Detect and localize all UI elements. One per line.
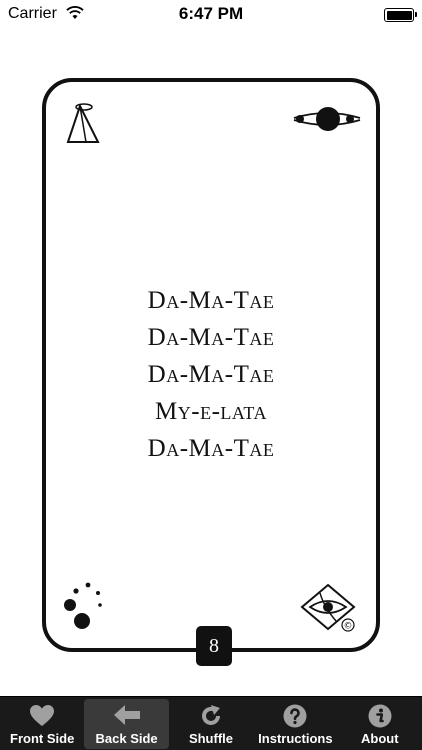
heart-icon bbox=[0, 704, 84, 728]
tab-instructions[interactable]: Instructions bbox=[253, 697, 337, 750]
tab-label: Back Side bbox=[95, 731, 158, 746]
tab-front-side[interactable]: Front Side bbox=[0, 697, 84, 750]
mantra-line: My-e-lata bbox=[155, 398, 267, 425]
card-area[interactable]: Da-Ma-Tae Da-Ma-Tae Da-Ma-Tae My-e-lata … bbox=[0, 30, 422, 696]
tab-back-side[interactable]: Back Side bbox=[84, 699, 169, 749]
mantra-line: Da-Ma-Tae bbox=[147, 435, 275, 462]
tab-about[interactable]: About bbox=[338, 697, 422, 750]
tarot-card[interactable]: Da-Ma-Tae Da-Ma-Tae Da-Ma-Tae My-e-lata … bbox=[42, 78, 380, 666]
eye-diamond-icon: © bbox=[300, 583, 362, 638]
mantra-line: Da-Ma-Tae bbox=[147, 287, 275, 314]
info-icon bbox=[338, 704, 422, 728]
tab-shuffle[interactable]: Shuffle bbox=[169, 697, 253, 750]
battery-full-icon bbox=[384, 8, 417, 22]
dots-cluster-icon bbox=[60, 579, 106, 634]
status-time: 6:47 PM bbox=[178, 4, 244, 23]
pyramid-halo-icon bbox=[62, 100, 106, 153]
arrow-left-icon bbox=[84, 704, 168, 728]
tab-label: Front Side bbox=[10, 731, 75, 746]
tab-label: Shuffle bbox=[188, 731, 233, 746]
tab-label: About bbox=[360, 731, 399, 746]
mantra-text: Da-Ma-Tae Da-Ma-Tae Da-Ma-Tae My-e-lata … bbox=[46, 282, 376, 467]
planet-orbit-icon bbox=[290, 102, 364, 141]
tab-label: Instructions bbox=[258, 731, 333, 746]
copyright-mark: © bbox=[344, 622, 353, 632]
tab-bar: Front Side Back Side Shuffle Instruction… bbox=[0, 696, 422, 750]
card-number-badge: 8 bbox=[196, 626, 232, 666]
status-bar: Carrier 6:47 PM bbox=[0, 0, 422, 30]
mantra-line: Da-Ma-Tae bbox=[147, 324, 275, 351]
mantra-line: Da-Ma-Tae bbox=[147, 361, 275, 388]
question-icon bbox=[253, 704, 337, 728]
refresh-icon bbox=[169, 704, 253, 728]
